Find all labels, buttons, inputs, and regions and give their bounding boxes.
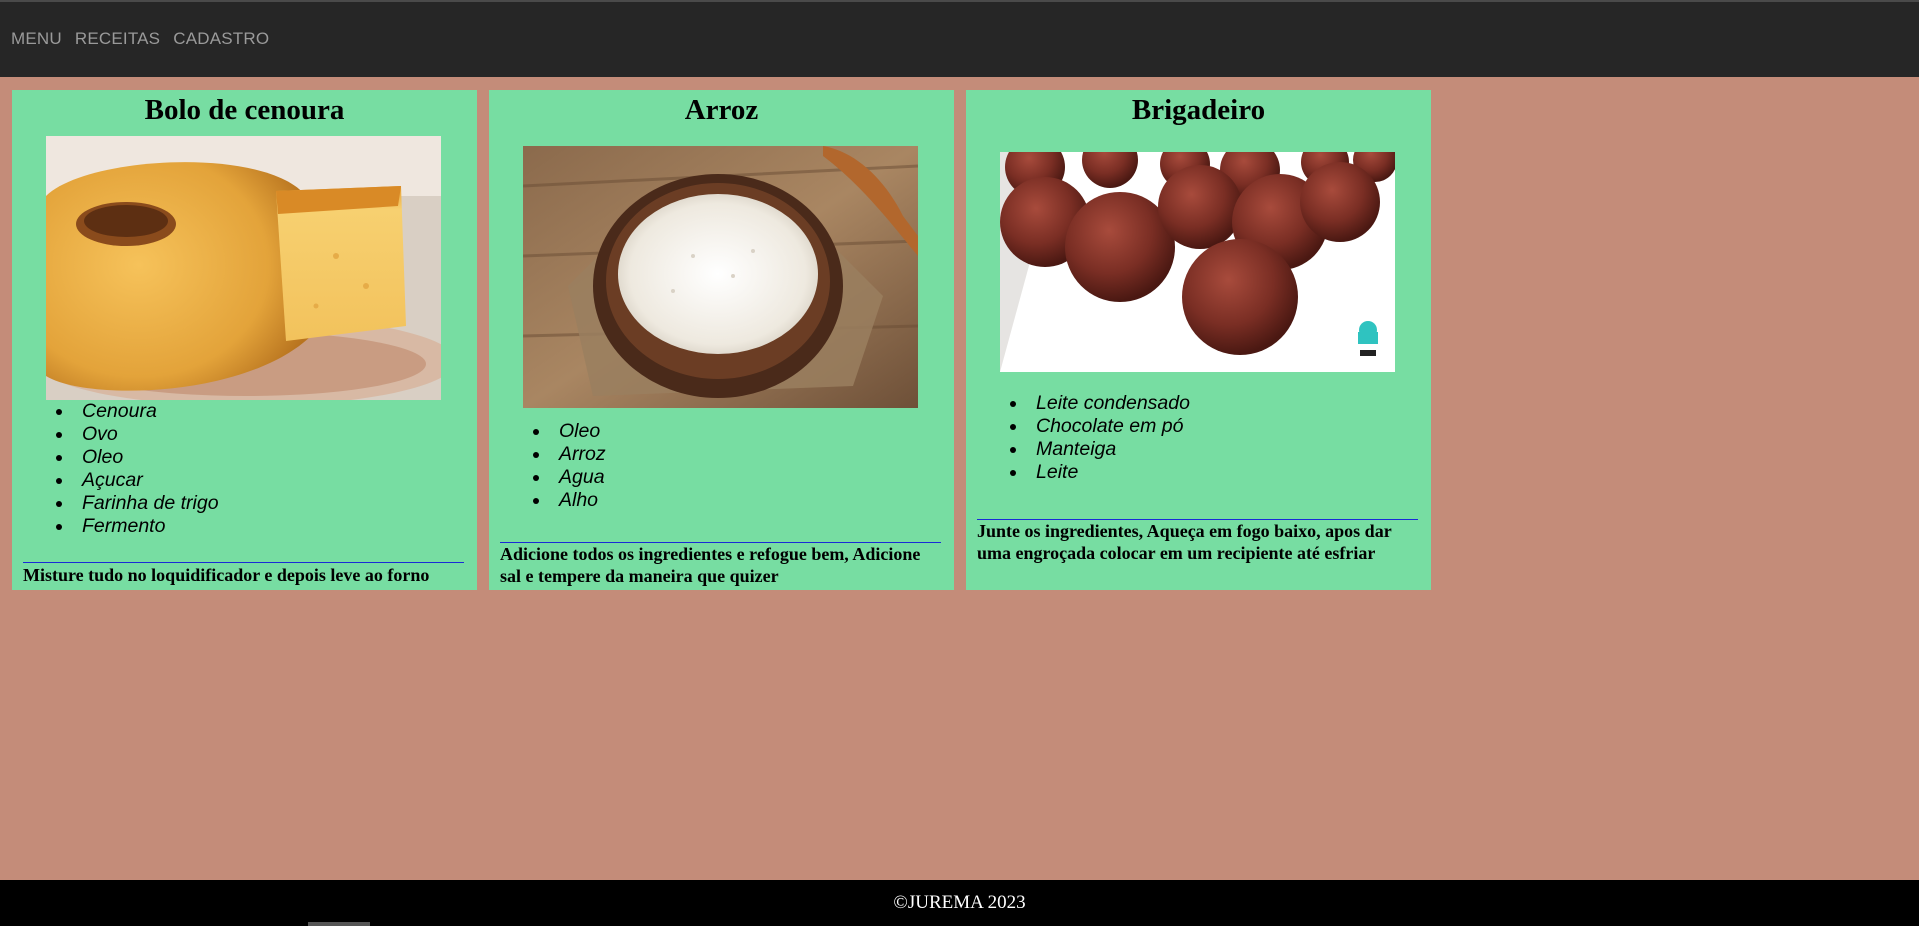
list-item: Leite [1028,461,1190,484]
ingredient-list: Cenoura Ovo Oleo Açucar Farinha de trigo… [44,400,219,538]
recipe-card-arroz: Arroz • Oleo • Arroz • Agua • Alho Adici… [489,90,954,590]
list-item: Alho [551,489,606,512]
carrot-cake-photo [46,136,441,400]
list-item: Chocolate em pó [1028,415,1190,438]
nav-link-cadastro[interactable]: CADASTRO [173,29,269,49]
list-item: Ovo [74,423,219,446]
brigadeiro-photo [1000,152,1395,372]
copyright-text: ©JUREMA 2023 [893,892,1026,913]
list-item: Açucar [74,469,219,492]
list-item: Oleo [551,420,606,443]
list-item: Oleo [74,446,219,469]
list-item: Fermento [74,515,219,538]
nav-link-menu[interactable]: MENU [11,29,62,49]
list-item: Manteiga [1028,438,1190,461]
recipe-instructions: Misture tudo no loquidificador e depois … [23,565,430,585]
nav-link-receitas[interactable]: RECEITAS [75,29,160,49]
recipe-card-bolo-de-cenoura: Bolo de cenoura • Cenoura • Ovo • Oleo •… [12,90,477,590]
main-nav: MENU RECEITAS CADASTRO [11,29,269,49]
recipe-instructions: Adicione todos os ingredientes e refogue… [500,544,921,586]
list-item: Cenoura [74,400,219,423]
list-item: Arroz [551,443,606,466]
recipe-title: Arroz [684,94,759,126]
divider [23,562,464,563]
list-item: Leite condensado [1028,392,1190,415]
list-item: Farinha de trigo [74,492,219,515]
ingredient-list: Oleo Arroz Agua Alho [521,420,606,512]
top-navbar: MENU RECEITAS CADASTRO [0,0,1919,77]
rice-bowl-photo [523,146,918,408]
page-footer: ©JUREMA 2023 [0,880,1919,926]
list-item: Agua [551,466,606,489]
recipe-title: Brigadeiro [1131,94,1266,126]
horizontal-scrollbar-thumb[interactable] [308,922,370,926]
recipe-card-brigadeiro: Brigadeiro • Leite condensado • Chocolat… [966,90,1431,590]
recipe-instructions: Junte os ingredientes, Aqueça em fogo ba… [977,521,1392,563]
ingredient-list: Leite condensado Chocolate em pó Manteig… [998,392,1190,484]
recipe-title: Bolo de cenoura [144,94,345,126]
